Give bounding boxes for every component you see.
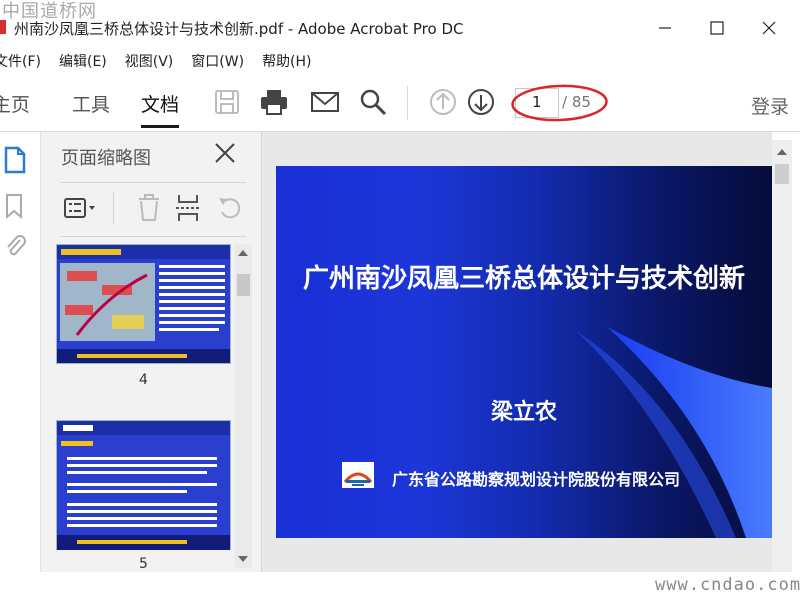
maximize-button[interactable] — [694, 12, 740, 44]
panel-divider — [61, 236, 246, 237]
login-button[interactable]: 登录 — [751, 92, 789, 119]
menu-window[interactable]: 窗口(W) — [191, 51, 244, 71]
watermark-bottom: www.cndao.com — [655, 575, 800, 595]
close-icon — [762, 21, 776, 35]
panel-divider — [61, 182, 246, 183]
pdf-page-slide: 广州南沙凤凰三桥总体设计与技术创新 梁立农 广东省公路勘察规划设计院股份有限公司 — [276, 166, 772, 538]
main-toolbar: 主页 工具 文档 1 / 85 登录 — [0, 74, 800, 132]
document-scrollbar[interactable] — [772, 140, 792, 572]
acrobat-app-icon — [0, 20, 6, 34]
slide-title: 广州南沙凤凰三桥总体设计与技术创新 — [302, 264, 745, 294]
tab-home[interactable]: 主页 — [0, 90, 30, 117]
attachment-icon[interactable] — [2, 232, 28, 260]
window-title: 州南沙凤凰三桥总体设计与技术创新.pdf - Adobe Acrobat Pro… — [14, 20, 464, 38]
page-thumbnails-icon[interactable] — [2, 146, 28, 174]
page-down-icon[interactable] — [466, 87, 496, 117]
save-icon[interactable] — [212, 87, 242, 117]
panel-close-button[interactable] — [211, 142, 239, 170]
minimize-button[interactable] — [642, 12, 688, 44]
page-total: / 85 — [562, 93, 591, 111]
close-icon — [215, 143, 235, 163]
scroll-up-arrow[interactable] — [238, 250, 248, 256]
thumbnail-page-4-image — [57, 245, 230, 363]
tool-separator — [113, 192, 114, 224]
thumbnail-page-4[interactable] — [56, 244, 231, 364]
page-up-icon[interactable] — [428, 87, 458, 117]
menu-file[interactable]: 文件(F) — [0, 51, 41, 71]
thumbnails-panel: 页面缩略图 4 5 — [40, 132, 262, 572]
page-number-input[interactable]: 1 — [515, 88, 559, 118]
menu-help[interactable]: 帮助(H) — [262, 51, 311, 71]
slide-organization: 广东省公路勘察规划设计院股份有限公司 — [392, 470, 681, 489]
organization-logo-icon — [342, 462, 374, 488]
scroll-thumb[interactable] — [237, 274, 250, 296]
bookmark-icon[interactable] — [2, 192, 28, 220]
maximize-icon — [710, 21, 724, 35]
tab-tools[interactable]: 工具 — [72, 90, 110, 117]
scroll-down-arrow[interactable] — [238, 556, 248, 562]
thumbnail-page-5[interactable] — [56, 420, 231, 550]
thumbnail-label: 4 — [139, 372, 148, 388]
thumbnail-label: 5 — [139, 556, 148, 572]
navigation-rail — [0, 132, 40, 600]
email-icon[interactable] — [310, 87, 340, 117]
thumbnail-page-5-image — [57, 421, 230, 550]
trash-icon[interactable] — [133, 192, 167, 224]
rotate-icon[interactable] — [213, 192, 247, 224]
print-icon[interactable] — [259, 87, 289, 117]
title-bar: 中国道桥网 州南沙凤凰三桥总体设计与技术创新.pdf - Adobe Acrob… — [0, 0, 800, 48]
scroll-thumb[interactable] — [775, 164, 789, 184]
tab-document[interactable]: 文档 — [141, 90, 180, 128]
thumbnail-scrollbar[interactable] — [235, 244, 252, 568]
menu-bar: 文件(F) 编辑(E) 视图(V) 窗口(W) 帮助(H) — [0, 48, 800, 74]
extract-pages-icon[interactable] — [173, 192, 207, 224]
thumbnail-options-icon[interactable] — [63, 192, 97, 224]
menu-edit[interactable]: 编辑(E) — [59, 51, 107, 71]
slide-author: 梁立农 — [490, 400, 557, 425]
scroll-up-arrow[interactable] — [772, 144, 792, 160]
toolbar-separator — [407, 86, 408, 120]
panel-title: 页面缩略图 — [61, 148, 151, 169]
close-window-button[interactable] — [746, 12, 792, 44]
search-icon[interactable] — [358, 87, 388, 117]
menu-view[interactable]: 视图(V) — [125, 51, 174, 71]
minimize-icon — [659, 27, 671, 29]
